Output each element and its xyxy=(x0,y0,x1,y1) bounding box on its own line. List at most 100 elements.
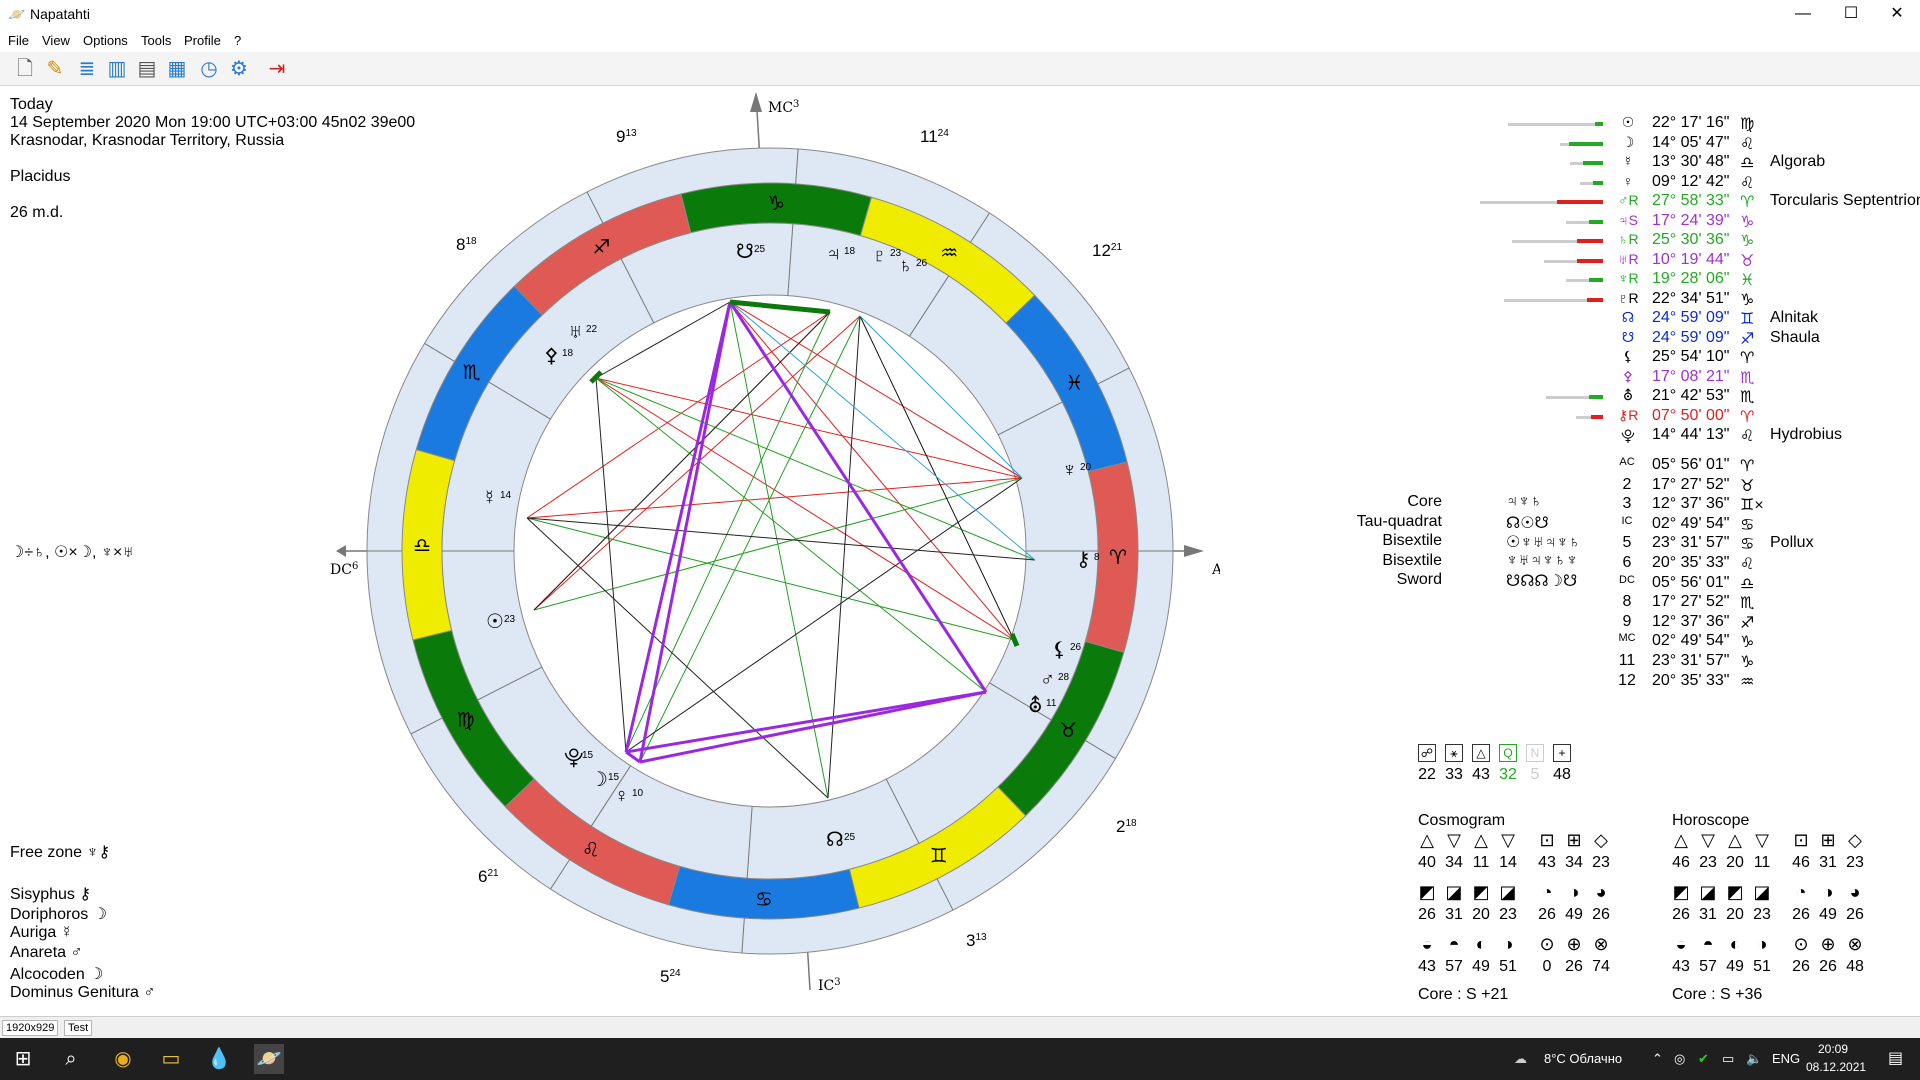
drop-app-icon[interactable]: 💧 xyxy=(204,1044,234,1074)
clock-time[interactable]: 20:09 xyxy=(1818,1042,1848,1056)
planet-symbol-icon: ♃S xyxy=(1618,211,1638,228)
weather-text[interactable]: 8°C Облачно xyxy=(1544,1051,1622,1066)
planet-symbol-icon: ♅R xyxy=(1618,250,1639,267)
planet-degree: 22° 17' 16" xyxy=(1652,114,1730,131)
aspect-type-icon[interactable]: N xyxy=(1526,744,1544,762)
planet-row[interactable]: ☋ 24° 59' 09" ♐ Shaula xyxy=(0,329,1920,349)
menu-tools[interactable]: Tools xyxy=(141,33,171,48)
planet-row[interactable]: ♄R 25° 30' 36" ♑ xyxy=(0,231,1920,251)
planet-row[interactable]: ♃S 17° 24' 39" ♑ xyxy=(0,212,1920,232)
planet-sign-icon: ♍ xyxy=(1740,116,1755,133)
planet-row[interactable]: ♆R 19° 28' 06" ♓ xyxy=(0,270,1920,290)
new-document-icon[interactable]: 🗋 xyxy=(12,56,38,82)
house-number: 2 xyxy=(1622,475,1632,493)
pattern-icon: ◩ xyxy=(1472,882,1490,902)
planet-row[interactable]: ♂R 27° 58' 33" ♈ Torcularis Septentrionalis xyxy=(0,192,1920,212)
planet-row[interactable]: ⚸ 25° 54' 10" ♈ xyxy=(0,348,1920,368)
planet-glyph-icon: ♀ xyxy=(614,785,629,807)
aspect-type-icon[interactable]: △ xyxy=(1472,744,1490,762)
clock-icon[interactable]: ◷ xyxy=(196,56,222,82)
house-row[interactable]: 8 17° 27' 52" ♏ xyxy=(0,593,1920,613)
security-icon[interactable]: ✔ xyxy=(1698,1051,1709,1067)
pattern-icon: ◪ xyxy=(1753,882,1771,902)
dignity-bar xyxy=(1595,122,1603,126)
planet-row[interactable]: ⯓ 14° 44' 13" ♌ Hydrobius xyxy=(0,426,1920,446)
edit-pencil-icon[interactable]: ✎ xyxy=(42,56,68,82)
volume-icon[interactable]: 🔈 xyxy=(1746,1051,1762,1067)
planet-symbol-icon: ♀ xyxy=(1622,172,1634,189)
window-title: Napatahti xyxy=(30,6,90,22)
house-sign-icon: ♑ xyxy=(1740,654,1755,671)
planet-row[interactable]: ⛢ 21° 42' 53" ♏ xyxy=(0,387,1920,407)
fixed-star: Algorab xyxy=(1770,153,1826,170)
aspect-type-icon[interactable]: Q xyxy=(1499,744,1517,762)
house-row[interactable]: 11 23° 31' 57" ♑ xyxy=(0,652,1920,672)
planet-row[interactable]: ☉ 22° 17' 16" ♍ xyxy=(0,114,1920,134)
planet-degree-label: 11 xyxy=(1046,698,1057,709)
pattern-icon: ⊡ xyxy=(1793,830,1809,850)
planet-degree-label: 15 xyxy=(582,750,594,761)
planet-row[interactable]: ☿ 13° 30' 48" ♎ Algorab xyxy=(0,153,1920,173)
windows-start-icon[interactable]: ⊞ xyxy=(8,1044,38,1074)
search-icon[interactable]: ⌕ xyxy=(56,1044,86,1074)
menu-profile[interactable]: Profile xyxy=(184,33,221,48)
house-row[interactable]: 9 12° 37' 36" ♐ xyxy=(0,613,1920,633)
aspect-type-icon[interactable]: + xyxy=(1553,744,1571,762)
planet-degree: 19° 28' 06" xyxy=(1652,270,1730,287)
napatahti-taskbar-icon[interactable]: 🪐 xyxy=(254,1044,284,1074)
house-row[interactable]: MC 02° 49' 54" ♑ xyxy=(0,632,1920,652)
pattern-icon: ◇ xyxy=(1594,830,1608,850)
maximize-button[interactable]: ☐ xyxy=(1828,0,1874,30)
network-icon[interactable]: ▭ xyxy=(1722,1051,1734,1067)
house-row[interactable]: 5 23° 31' 57" ♋ Pollux xyxy=(0,534,1920,554)
table-icon[interactable]: ▦ xyxy=(164,56,190,82)
aspect-type-icon[interactable]: ☍ xyxy=(1418,744,1436,762)
planet-row[interactable]: ♇R 22° 34' 51" ♑ xyxy=(0,290,1920,310)
keyboard-language[interactable]: ENG xyxy=(1772,1051,1800,1066)
steam-icon[interactable]: ◎ xyxy=(1674,1051,1685,1067)
file-explorer-icon[interactable]: ▭ xyxy=(156,1044,186,1074)
fixed-star: Alnitak xyxy=(1770,309,1819,326)
notification-icon[interactable]: ▤ xyxy=(1888,1048,1903,1068)
status-size: 1920x929 xyxy=(2,1020,59,1036)
database-icon[interactable]: ≣ xyxy=(74,56,100,82)
close-button[interactable]: ✕ xyxy=(1874,0,1920,30)
house-row[interactable]: 2 17° 27' 52" ♉ xyxy=(0,476,1920,496)
house-degree: 17° 27' 52" xyxy=(1652,475,1730,493)
planet-row[interactable]: ♀ 09° 12' 42" ♌ xyxy=(0,173,1920,193)
configuration-name: Sword xyxy=(1396,571,1442,589)
menu-file[interactable]: File xyxy=(8,33,29,48)
pattern-value: 74 xyxy=(1592,958,1610,975)
menu-options[interactable]: Options xyxy=(83,33,128,48)
settings-gear-icon[interactable]: ⚙ xyxy=(226,56,252,82)
house-row[interactable]: 3 12° 37' 36" ♊× xyxy=(0,495,1920,515)
zodiac-sign-icon: ♉ xyxy=(1059,720,1077,742)
planet-row[interactable]: ☽ 14° 05' 47" ♌ xyxy=(0,134,1920,154)
house-row[interactable]: 6 20° 35' 33" ♌ xyxy=(0,554,1920,574)
planet-symbol-icon: ⚸ xyxy=(1622,348,1634,364)
house-degree: 23° 31' 57" xyxy=(1652,652,1730,669)
house-row[interactable]: 12 20° 35' 33" ♒ xyxy=(0,672,1920,692)
house-row[interactable]: IC 02° 49' 54" ♋ xyxy=(0,515,1920,535)
planet-row[interactable]: ☊ 24° 59' 09" ♊ Alnitak xyxy=(0,309,1920,329)
pattern-value: 26 xyxy=(1592,906,1610,923)
aspect-type-icon[interactable]: ⚹ xyxy=(1445,744,1463,762)
chart-report-icon[interactable]: ▥ xyxy=(104,56,130,82)
clock-date[interactable]: 08.12.2021 xyxy=(1806,1060,1866,1074)
planet-row[interactable]: ⚷R 07° 50' 00" ♈ xyxy=(0,407,1920,427)
menu-help[interactable]: ? xyxy=(234,33,241,48)
doriphoros: Doriphoros ☽ xyxy=(10,906,108,923)
house-row[interactable]: AC 05° 56' 01" ♈ xyxy=(0,456,1920,476)
pattern-icon: △ xyxy=(1420,830,1434,850)
planet-row[interactable]: ♅R 10° 19' 44" ♉ xyxy=(0,251,1920,271)
menu-view[interactable]: View xyxy=(42,33,70,48)
planet-degree: 17° 08' 21" xyxy=(1652,367,1730,385)
chrome-icon[interactable]: ◉ xyxy=(108,1044,138,1074)
house-row[interactable]: DC 05° 56' 01" ♎ xyxy=(0,574,1920,594)
text-document-icon[interactable]: ▤ xyxy=(134,56,160,82)
house-degree: 05° 56' 01" xyxy=(1652,573,1730,591)
tray-chevron-icon[interactable]: ⌃ xyxy=(1652,1051,1663,1067)
minimize-button[interactable]: — xyxy=(1780,0,1826,30)
exit-icon[interactable]: ⇥ xyxy=(264,56,290,82)
planet-row[interactable]: ⚴ 17° 08' 21" ♏ xyxy=(0,368,1920,388)
